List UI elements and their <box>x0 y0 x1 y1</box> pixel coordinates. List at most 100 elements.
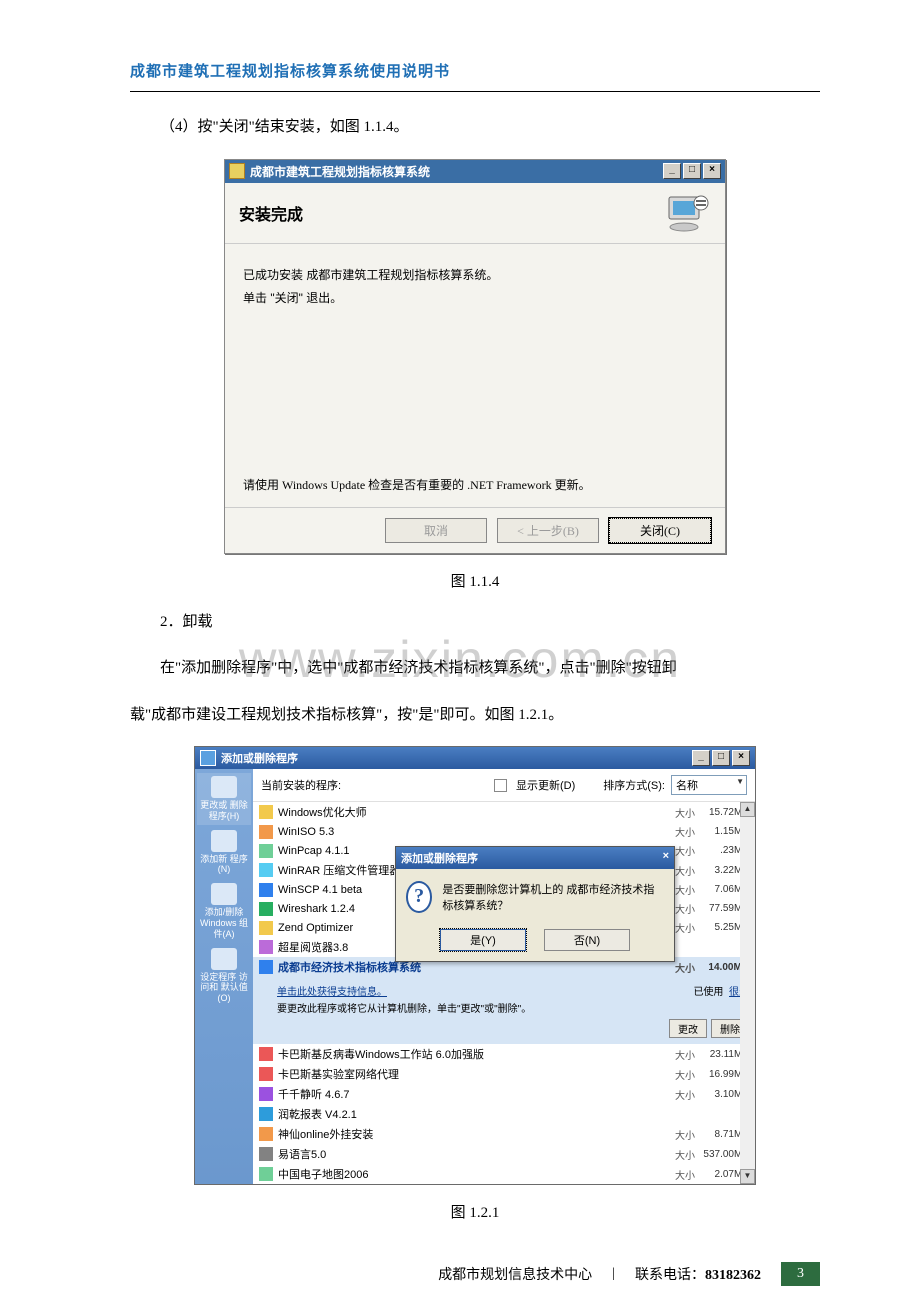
program-list: Windows优化大师大小15.72MBWinISO 5.3大小1.15MBWi… <box>253 802 755 1184</box>
arp-titlebar: 添加或删除程序 _ □ × <box>195 747 755 769</box>
arp-maximize-icon[interactable]: □ <box>712 750 730 766</box>
section-2-title: 2．卸载 <box>130 607 820 639</box>
header-divider <box>130 91 820 92</box>
arp-app-icon <box>200 750 216 766</box>
size-label: 大小 <box>665 1047 695 1062</box>
installer-computer-icon <box>665 193 711 233</box>
sidebar-label-2: 添加/删除 Windows 组件(A) <box>200 907 248 939</box>
program-icon <box>259 902 273 916</box>
footer-separator: | <box>612 1266 615 1282</box>
program-icon <box>259 960 273 974</box>
size-label: 大小 <box>665 1067 695 1082</box>
program-icon <box>259 1147 273 1161</box>
installer-dialog: 成都市建筑工程规划指标核算系统 _ □ × 安装完成 已成功安装 成都市建筑工程… <box>224 159 726 554</box>
sidebar-defaults[interactable]: 设定程序 访问和 默认值(O) <box>197 945 251 1007</box>
arp-minimize-icon[interactable]: _ <box>692 750 710 766</box>
arp-toolbar: 当前安装的程序: 显示更新(D) 排序方式(S): 名称 <box>253 769 755 802</box>
confirm-close-icon[interactable]: × <box>663 850 669 866</box>
program-name: 卡巴斯基反病毒Windows工作站 6.0加强版 <box>278 1046 665 1062</box>
confirm-dialog: 添加或删除程序 × ? 是否要删除您计算机上的 成都市经济技术指标核算系统？ 是… <box>395 846 675 962</box>
sidebar-label-1: 添加新 程序(N) <box>200 854 248 875</box>
program-name: 润乾报表 V4.2.1 <box>278 1106 665 1122</box>
close-icon[interactable]: × <box>703 163 721 179</box>
minimize-icon[interactable]: _ <box>663 163 681 179</box>
program-name: 中国电子地图2006 <box>278 1166 665 1182</box>
change-button[interactable]: 更改 <box>669 1019 707 1038</box>
doc-header-title: 成都市建筑工程规划指标核算系统使用说明书 <box>130 60 820 81</box>
installer-msg-2: 单击 "关闭" 退出。 <box>243 289 707 306</box>
program-name: 千千静听 4.6.7 <box>278 1086 665 1102</box>
show-updates-label: 显示更新(D) <box>516 777 575 793</box>
program-icon <box>259 1067 273 1081</box>
size-label: 大小 <box>665 1167 695 1182</box>
page-number: 3 <box>781 1262 820 1286</box>
confirm-title: 添加或删除程序 <box>401 850 478 866</box>
scrollbar[interactable]: ▲ ▼ <box>740 802 755 1184</box>
sidebar-change-remove[interactable]: 更改或 删除 程序(H) <box>197 773 251 825</box>
program-icon <box>259 883 273 897</box>
installer-button-row: 取消 < 上一步(B) 关闭(C) <box>225 508 725 553</box>
confirm-no-button[interactable]: 否(N) <box>544 929 630 951</box>
program-icon <box>259 1047 273 1061</box>
arp-sidebar: 更改或 删除 程序(H) 添加新 程序(N) 添加/删除 Windows 组件(… <box>195 769 253 1184</box>
arp-main-panel: 当前安装的程序: 显示更新(D) 排序方式(S): 名称 Windows优化大师… <box>253 769 755 1184</box>
footer-phone: 联系电话：83182362 <box>635 1264 761 1284</box>
installer-heading: 安装完成 <box>239 201 665 225</box>
installer-note: 请使用 Windows Update 检查是否有重要的 .NET Framewo… <box>225 476 725 507</box>
program-detail-panel: 单击此处获得支持信息。已使用 很少要更改此程序或将它从计算机删除，单击"更改"或… <box>253 977 755 1044</box>
close-button[interactable]: 关闭(C) <box>609 518 711 543</box>
program-icon <box>259 863 273 877</box>
sidebar-add-new[interactable]: 添加新 程序(N) <box>197 827 251 879</box>
sort-label: 排序方式(S): <box>603 777 665 793</box>
figure-1-2-1-caption: 图 1.2.1 <box>130 1201 820 1222</box>
program-icon <box>259 940 273 954</box>
installer-titlebar: 成都市建筑工程规划指标核算系统 _ □ × <box>225 160 725 183</box>
program-row[interactable]: 中国电子地图2006大小2.07MB <box>253 1164 755 1184</box>
program-row[interactable]: 神仙online外挂安装大小8.71MB <box>253 1124 755 1144</box>
uninstall-p2: 载"成都市建设工程规划技术指标核算"，按"是"即可。如图 1.2.1。 <box>130 700 820 732</box>
page-footer: 成都市规划信息技术中心 | 联系电话：83182362 3 <box>130 1262 820 1286</box>
program-icon <box>259 1127 273 1141</box>
program-row[interactable]: 千千静听 4.6.7大小3.10MB <box>253 1084 755 1104</box>
program-icon <box>259 921 273 935</box>
program-name: 神仙online外挂安装 <box>278 1126 665 1142</box>
footer-org: 成都市规划信息技术中心 <box>438 1264 592 1284</box>
arp-close-icon[interactable]: × <box>732 750 750 766</box>
question-icon: ? <box>406 881 432 913</box>
program-row[interactable]: 易语言5.0大小537.00MB <box>253 1144 755 1164</box>
program-row[interactable]: 卡巴斯基反病毒Windows工作站 6.0加强版大小23.11MB <box>253 1044 755 1064</box>
program-row[interactable]: 润乾报表 V4.2.1 <box>253 1104 755 1124</box>
program-icon <box>259 1167 273 1181</box>
size-label: 大小 <box>665 824 695 839</box>
program-icon <box>259 844 273 858</box>
scroll-up-icon[interactable]: ▲ <box>740 802 755 817</box>
maximize-icon[interactable]: □ <box>683 163 701 179</box>
installer-app-icon <box>229 163 245 179</box>
size-label: 大小 <box>665 1087 695 1102</box>
sidebar-label-3: 设定程序 访问和 默认值(O) <box>200 972 248 1004</box>
program-name: 易语言5.0 <box>278 1146 665 1162</box>
uninstall-p1: 在"添加删除程序"中，选中"成都市经济技术指标核算系统"，点击"删除"按钮卸 <box>130 653 820 685</box>
program-name: 卡巴斯基实验室网络代理 <box>278 1066 665 1082</box>
installer-msg-1: 已成功安装 成都市建筑工程规划指标核算系统。 <box>243 266 707 283</box>
program-name: Windows优化大师 <box>278 804 665 820</box>
program-row[interactable]: Windows优化大师大小15.72MB <box>253 802 755 822</box>
installer-header: 安装完成 <box>225 183 725 244</box>
sidebar-windows-components[interactable]: 添加/删除 Windows 组件(A) <box>197 880 251 942</box>
support-link[interactable]: 单击此处获得支持信息。 <box>277 983 387 998</box>
used-label: 已使用 <box>693 987 723 998</box>
installed-programs-label: 当前安装的程序: <box>261 777 341 793</box>
sidebar-label-0: 更改或 删除 程序(H) <box>200 800 248 821</box>
show-updates-checkbox[interactable] <box>494 779 507 792</box>
program-icon <box>259 805 273 819</box>
scroll-down-icon[interactable]: ▼ <box>740 1169 755 1184</box>
sort-select[interactable]: 名称 <box>671 775 747 795</box>
add-remove-programs-window: 添加或删除程序 _ □ × 更改或 删除 程序(H) 添加新 程序(N) 添加/… <box>194 746 756 1185</box>
program-icon <box>259 1107 273 1121</box>
program-name: WinISO 5.3 <box>278 826 665 838</box>
program-row[interactable]: 卡巴斯基实验室网络代理大小16.99MB <box>253 1064 755 1084</box>
size-label: 大小 <box>665 1127 695 1142</box>
program-row[interactable]: WinISO 5.3大小1.15MB <box>253 822 755 841</box>
cancel-button: 取消 <box>385 518 487 543</box>
confirm-yes-button[interactable]: 是(Y) <box>440 929 526 951</box>
